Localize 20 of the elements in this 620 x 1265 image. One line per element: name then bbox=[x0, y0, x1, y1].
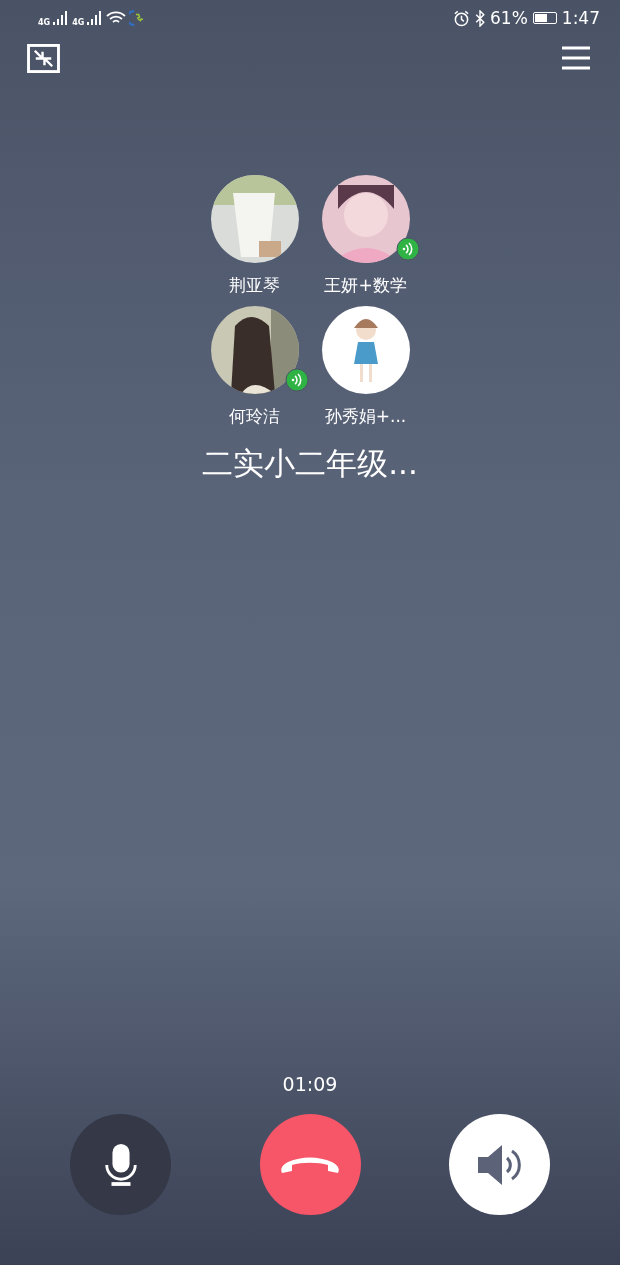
network-label: 4G bbox=[38, 18, 51, 27]
speaker-icon bbox=[475, 1142, 524, 1187]
participant-name: 孙秀娟+... bbox=[324, 405, 407, 427]
battery-percent: 61% bbox=[490, 8, 528, 28]
network-label: 4G bbox=[72, 18, 85, 27]
signal-icon bbox=[87, 11, 104, 25]
menu-icon[interactable] bbox=[562, 46, 590, 70]
phone-app-icon bbox=[129, 9, 144, 27]
clock: 1:47 bbox=[561, 8, 600, 28]
alarm-icon bbox=[453, 9, 470, 27]
participant-name: 王妍+数学 bbox=[324, 274, 407, 296]
group-name: 二实小二年级... bbox=[202, 444, 418, 483]
battery-icon bbox=[532, 12, 557, 24]
call-timer: 01:09 bbox=[282, 1072, 338, 1096]
participant-name: 何玲洁 bbox=[229, 405, 280, 427]
participant-name: 荆亚琴 bbox=[229, 274, 280, 296]
minimize-icon[interactable] bbox=[27, 43, 60, 73]
signal-icon bbox=[53, 11, 70, 25]
wifi-icon bbox=[106, 11, 127, 25]
bluetooth-icon bbox=[475, 9, 485, 27]
